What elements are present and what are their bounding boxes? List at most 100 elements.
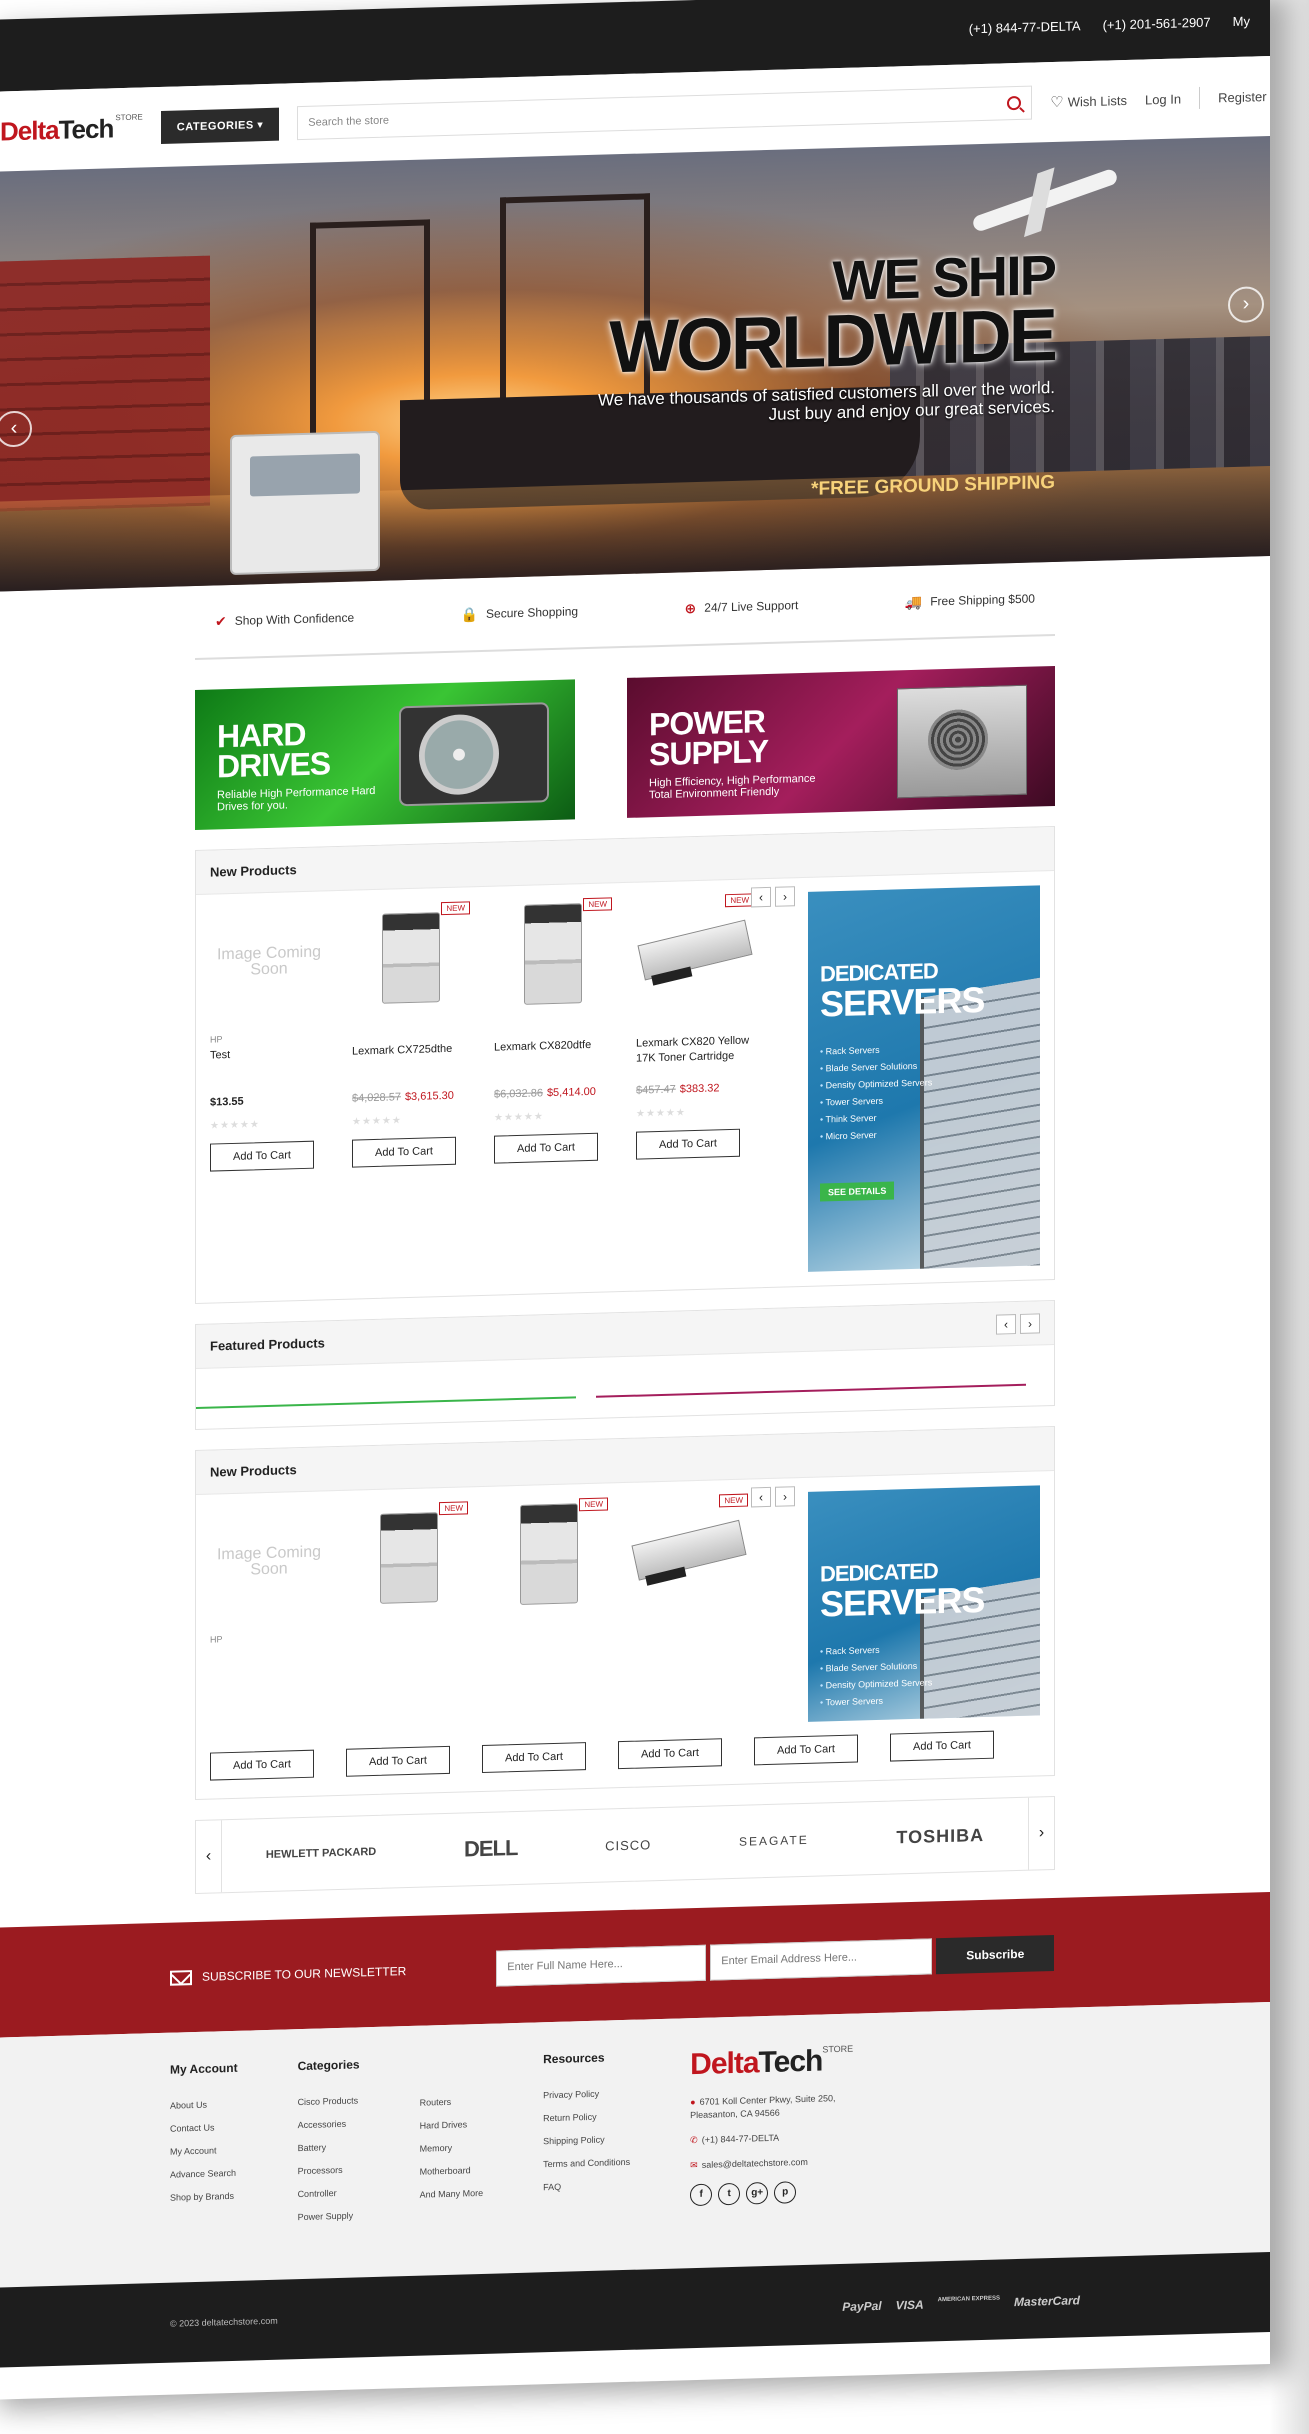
hard-drives-banner[interactable]: HARD DRIVES Reliable High Performance Ha… (195, 679, 575, 830)
footer-link[interactable]: Hard Drives (420, 2113, 484, 2138)
product-card[interactable]: NEW (350, 1501, 468, 1734)
add-to-cart-button[interactable]: Add To Cart (210, 1140, 314, 1172)
full-name-input[interactable]: Enter Full Name Here... (496, 1944, 707, 1987)
footer-link[interactable]: Contact Us (170, 2116, 238, 2141)
categories-button[interactable]: CATEGORIES ▾ (160, 107, 280, 144)
product-card[interactable]: NEW (630, 1493, 748, 1727)
rating-stars-icon: ★★★★★ (210, 1119, 260, 1132)
brand-logo-cisco[interactable]: CISCO (605, 1837, 651, 1853)
product-name[interactable]: Test (210, 1045, 328, 1096)
chevron-left-icon[interactable]: ‹ (751, 1486, 771, 1508)
brand-logo-toshiba[interactable]: TOSHIBA (896, 1824, 984, 1847)
footer-link[interactable]: Shop by Brands (170, 2185, 238, 2210)
chevron-left-icon[interactable]: ‹ (196, 1820, 222, 1893)
footer-link[interactable]: Controller (298, 2181, 360, 2206)
wishlist-link[interactable]: ♡ Wish Lists (1050, 91, 1127, 111)
chevron-left-icon[interactable]: ‹ (751, 886, 771, 908)
add-to-cart-button[interactable]: Add To Cart (618, 1738, 722, 1770)
chevron-right-icon[interactable]: › (1020, 1312, 1040, 1334)
footer-link[interactable]: FAQ (543, 2174, 630, 2199)
product-image[interactable]: NEW (352, 901, 470, 1014)
rating-stars-icon: ★★★★★ (352, 1115, 402, 1128)
footer-link[interactable]: Terms and Conditions (543, 2151, 630, 2176)
product-image[interactable]: NEW (350, 1501, 468, 1614)
footer-link[interactable]: Routers (420, 2090, 484, 2115)
product-image[interactable]: NEW (630, 1493, 748, 1607)
product-image[interactable]: Image Coming Soon (210, 1505, 328, 1618)
chevron-right-icon[interactable]: › (775, 886, 795, 907)
email-input[interactable]: Enter Email Address Here... (710, 1938, 933, 1981)
brand-logo-hp[interactable]: HEWLETT PACKARD (266, 1845, 376, 1860)
topbar-phone2[interactable]: (+1) 201-561-2907 (1103, 14, 1211, 32)
product-image[interactable]: Image Coming Soon (210, 905, 328, 1018)
footer-link[interactable]: And Many More (420, 2182, 484, 2207)
paypal-icon: PayPal (842, 2298, 882, 2314)
footer: My Account About Us Contact Us My Accoun… (0, 2001, 1270, 2288)
login-link[interactable]: Log In (1145, 91, 1181, 107)
product-image[interactable]: NEW (494, 897, 612, 1010)
product-name[interactable]: Lexmark CX820dtfe (494, 1037, 612, 1088)
hero-next-arrow-icon[interactable]: › (1228, 286, 1264, 324)
chevron-right-icon[interactable]: › (775, 1486, 795, 1507)
product-image[interactable]: NEW (490, 1497, 608, 1610)
add-to-cart-button[interactable]: Add To Cart (210, 1749, 314, 1781)
product-name[interactable]: Lexmark CX725dthe (352, 1041, 470, 1092)
add-to-cart-button[interactable]: Add To Cart (636, 1128, 740, 1160)
footer-link[interactable]: Memory (420, 2136, 484, 2161)
product-name[interactable]: Lexmark CX820 Yellow 17K Toner Cartridge (636, 1033, 754, 1084)
footer-link[interactable]: About Us (170, 2093, 238, 2118)
product-card[interactable]: NEW Lexmark CX820 Yellow 17K Toner Cartr… (636, 893, 754, 1276)
footer-link[interactable]: Cisco Products (298, 2089, 360, 2114)
dedicated-servers-promo[interactable]: DEDICATED SERVERS Rack Servers Blade Ser… (808, 885, 1040, 1272)
product-card[interactable]: NEW Lexmark CX820dtfe $6,032.86 $5,414.00… (494, 897, 612, 1280)
dedicated-servers-promo[interactable]: DEDICATED SERVERS Rack Servers Blade Ser… (808, 1485, 1040, 1722)
footer-link[interactable]: Return Policy (543, 2105, 630, 2130)
store-logo[interactable]: DeltaTech STORE (0, 112, 143, 147)
add-to-cart-button[interactable]: Add To Cart (494, 1132, 598, 1164)
product-card[interactable]: Image Coming Soon HP (210, 1505, 328, 1738)
brand-logo-dell[interactable]: DELL (464, 1835, 517, 1862)
footer-link[interactable]: Processors (298, 2158, 360, 2183)
topbar-phone1[interactable]: (+1) 844-77-DELTA (969, 18, 1081, 36)
search-input[interactable]: Search the store (297, 85, 1033, 141)
promo-title2: SERVERS (820, 978, 985, 1025)
twitter-icon[interactable]: t (718, 2182, 741, 2206)
add-to-cart-button[interactable]: Add To Cart (890, 1730, 994, 1762)
chevron-right-icon[interactable]: › (1028, 1797, 1054, 1870)
footer-link[interactable]: Power Supply (298, 2204, 360, 2229)
see-details-button[interactable]: SEE DETAILS (820, 1181, 895, 1202)
subscribe-button[interactable]: Subscribe (936, 1934, 1055, 1975)
footer-email[interactable]: ✉ sales@deltatechstore.com (690, 2155, 853, 2173)
search-icon[interactable] (1007, 95, 1022, 111)
product-card[interactable]: Image Coming Soon HP Test $13.55 ★★★★★ A… (210, 905, 328, 1288)
hero-slider[interactable]: WE SHIP WORLDWIDE We have thousands of s… (0, 135, 1270, 592)
product-card[interactable]: NEW Lexmark CX725dthe $4,028.57 $3,615.30… (352, 901, 470, 1284)
new-badge: NEW (439, 1501, 468, 1516)
feature-label: Free Shipping $500 (930, 591, 1035, 609)
pinterest-icon[interactable]: p (774, 2181, 797, 2204)
add-to-cart-button[interactable]: Add To Cart (482, 1742, 586, 1773)
register-link[interactable]: Register (1218, 89, 1266, 105)
promo-feature: Density Optimized Servers (820, 1074, 933, 1094)
footer-account: My Account About Us Contact Us My Accoun… (170, 2061, 238, 2283)
add-to-cart-button[interactable]: Add To Cart (346, 1745, 450, 1777)
product-image[interactable]: NEW (636, 893, 754, 1006)
power-supply-banner[interactable]: POWER SUPPLY High Efficiency, High Perfo… (627, 665, 1055, 818)
google-plus-icon[interactable]: g+ (746, 2181, 769, 2205)
footer-link[interactable]: My Account (170, 2139, 238, 2164)
facebook-icon[interactable]: f (690, 2183, 713, 2207)
product-card[interactable]: NEW (490, 1497, 608, 1730)
footer-link[interactable]: Accessories (298, 2112, 360, 2137)
footer-link[interactable]: Motherboard (420, 2159, 484, 2184)
footer-link[interactable]: Battery (298, 2135, 360, 2160)
footer-logo[interactable]: DeltaTechSTORE (690, 2044, 853, 2083)
footer-phone[interactable]: ✆ (+1) 844-77-DELTA (690, 2130, 853, 2148)
footer-link[interactable]: Privacy Policy (543, 2082, 630, 2107)
footer-link[interactable]: Shipping Policy (543, 2128, 630, 2153)
chevron-left-icon[interactable]: ‹ (996, 1313, 1016, 1335)
footer-link[interactable]: Advance Search (170, 2162, 238, 2187)
brand-logo-seagate[interactable]: SEAGATE (739, 1833, 809, 1849)
add-to-cart-button[interactable]: Add To Cart (352, 1136, 456, 1168)
add-to-cart-button[interactable]: Add To Cart (754, 1734, 858, 1766)
topbar-account[interactable]: My (1233, 13, 1250, 28)
